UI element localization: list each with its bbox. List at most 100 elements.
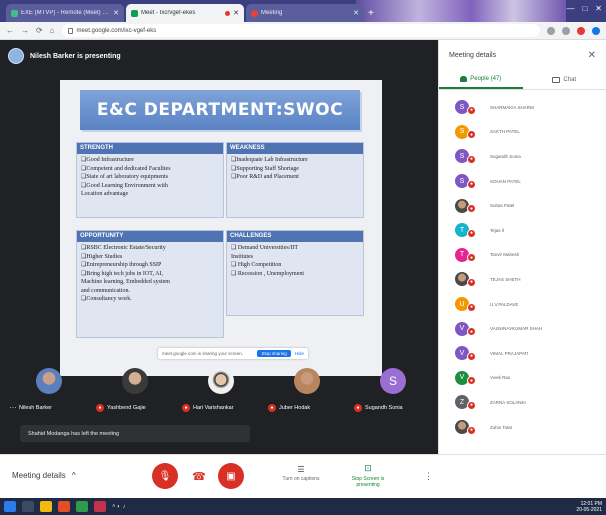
participant-tile[interactable]: ● Juber Hodak xyxy=(264,360,350,420)
close-window-button[interactable]: ✕ xyxy=(595,4,602,13)
tab-people[interactable]: People (47) xyxy=(439,70,523,89)
weakness-item: ❑Supporting Staff Shortage xyxy=(231,165,299,172)
microphone-toggle-button[interactable]: 🎙 xyxy=(152,463,178,489)
taskbar-clock[interactable]: 12:01 PM 20-05-2021 xyxy=(576,501,602,513)
profile-avatar[interactable] xyxy=(592,26,600,35)
participant-row[interactable]: S ● SAKTH PATEL xyxy=(439,120,606,145)
participant-name: Sugandh Sonia xyxy=(490,153,521,159)
more-options-icon[interactable]: ⋯ xyxy=(10,404,17,412)
weakness-item: ❑Inadequate Lab Infrastructure xyxy=(231,157,308,163)
tab-chat-label: Chat xyxy=(563,76,577,83)
participant-tile[interactable]: ● Yashbend Gajie xyxy=(92,360,178,420)
recording-extension-icon[interactable] xyxy=(577,26,585,35)
mic-off-icon: ● xyxy=(96,404,104,412)
extension-icon[interactable] xyxy=(547,26,555,35)
share-banner-message: meet.google.com is sharing your screen. xyxy=(162,351,244,356)
minimize-button[interactable]: — xyxy=(566,4,574,13)
weakness-heading: WEAKNESS xyxy=(227,143,363,154)
participant-name: Yashbend Gajie xyxy=(107,405,146,411)
stop-sharing-button[interactable]: Stop sharing xyxy=(257,350,291,357)
mic-off-icon: ● xyxy=(467,302,476,312)
participant-name: Tanvir Mahesh xyxy=(490,252,520,258)
mic-off-icon: ● xyxy=(467,277,476,287)
mic-off-icon: ● xyxy=(467,400,476,410)
participant-tile[interactable]: ● Hari Varishankar xyxy=(178,360,264,420)
camera-toggle-button[interactable]: ▣ xyxy=(218,463,244,489)
reload-button[interactable]: ⟳ xyxy=(36,26,43,35)
close-tab-icon[interactable]: ✕ xyxy=(233,9,239,17)
app-icon[interactable] xyxy=(94,501,106,512)
meeting-details-label: Meeting details xyxy=(12,471,66,480)
participant-row[interactable]: U ● U.V.PALDAVE xyxy=(439,292,606,317)
panel-tabs: People (47) Chat xyxy=(439,70,606,90)
participant-row[interactable]: T ● Tejas Il xyxy=(439,218,606,243)
tab-chat[interactable]: Chat xyxy=(523,70,606,89)
close-tab-icon[interactable]: ✕ xyxy=(353,9,359,17)
mic-off-icon: ● xyxy=(467,253,476,263)
leave-call-button[interactable]: ☎ xyxy=(186,463,212,489)
strength-item: ❑Good Infrastructure xyxy=(81,157,134,163)
more-options-button[interactable]: ⋮ xyxy=(424,471,433,482)
participant-name: TEJAS SHETH xyxy=(490,276,521,282)
present-screen-button[interactable]: ⊡ Stop Screen is presenting xyxy=(340,463,396,488)
home-button[interactable]: ⌂ xyxy=(50,26,55,35)
participant-tile[interactable]: S ● Sugandh Sonia xyxy=(350,360,436,420)
close-tab-icon[interactable]: ✕ xyxy=(113,9,119,17)
app-icon[interactable] xyxy=(76,501,88,512)
people-icon xyxy=(460,75,468,82)
search-icon[interactable] xyxy=(22,501,34,512)
opportunity-item: Machine learning, Embedded system xyxy=(81,279,170,285)
participant-tile[interactable]: ⋯ Nilesh Barker xyxy=(6,360,92,420)
mic-off-icon: ● xyxy=(268,404,276,412)
chrome-icon[interactable] xyxy=(58,501,70,512)
avatar: S xyxy=(380,368,406,394)
url-field[interactable]: meet.google.com/ixc-vgef-eks xyxy=(61,24,540,37)
hang-up-icon: ☎ xyxy=(192,470,206,483)
participant-row[interactable]: V ● Vivek Rao xyxy=(439,366,606,391)
strengths-heading: STRENGTH xyxy=(77,143,223,154)
hide-banner-button[interactable]: Hide xyxy=(295,351,304,356)
close-panel-button[interactable]: ✕ xyxy=(588,50,596,61)
participant-row[interactable]: ● Suhas Patel xyxy=(439,193,606,218)
browser-tab-3[interactable]: Meeting ✕ xyxy=(246,4,364,22)
participant-row[interactable]: ● TEJAS SHETH xyxy=(439,267,606,292)
participant-row[interactable]: V ● VIMAL PRAJAPATI xyxy=(439,341,606,366)
participant-name: Hari Varishankar xyxy=(193,405,234,411)
meeting-details-panel: Meeting details ✕ People (47) Chat S ● SHA… xyxy=(438,40,606,454)
participant-row[interactable]: S ● SOHAN PATEL xyxy=(439,169,606,194)
new-tab-button[interactable]: + xyxy=(368,8,374,19)
start-button[interactable] xyxy=(4,501,16,512)
system-tray[interactable]: ˄ ◐ ♪ xyxy=(112,504,125,510)
forward-button[interactable]: → xyxy=(21,26,29,35)
participant-name: Sugandh Sonia xyxy=(365,405,403,411)
browser-tab-1[interactable]: EXE (MTVP) - Remote (Meet) of (Dept) ✕ xyxy=(6,4,124,22)
strengths-box: STRENGTH ❑Good Infrastructure ❑Competent… xyxy=(76,142,224,218)
weakness-item: ❑Poor R&D and Placement xyxy=(231,174,299,180)
challenge-item: ❑ Demand Universities/IIT xyxy=(231,245,299,251)
participant-name-row: ⋯ Nilesh Barker xyxy=(10,404,53,412)
back-button[interactable]: ← xyxy=(6,26,14,35)
avatar xyxy=(294,368,320,394)
participant-row[interactable]: T ● Tanvir Mahesh xyxy=(439,243,606,268)
maximize-button[interactable]: □ xyxy=(582,4,587,13)
browser-tab-meet[interactable]: Meet - Ixcrvgef-ekes ✕ xyxy=(126,4,244,22)
participant-row[interactable]: V ● VAISHNAVKUMAR SHAH xyxy=(439,316,606,341)
participant-row[interactable]: S ● SHARMAKIA SHARM xyxy=(439,95,606,120)
participant-name: SHARMAKIA SHARM xyxy=(490,104,534,110)
chevron-up-icon: ^ xyxy=(71,471,76,480)
strength-item: ❑Competent and dedicated Faculties xyxy=(81,165,171,172)
participant-row[interactable]: S ● Sugandh Sonia xyxy=(439,144,606,169)
present-icon: ⊡ xyxy=(364,463,372,473)
file-explorer-icon[interactable] xyxy=(40,501,52,512)
people-list: S ● SHARMAKIA SHARM S ● SAKTH PATEL S ● Sugandh … xyxy=(439,95,606,454)
panel-header: Meeting details ✕ xyxy=(439,40,606,70)
participant-name: Nilesh Barker xyxy=(19,405,53,411)
participant-row[interactable]: Z ● ZARNA SOLANKI xyxy=(439,390,606,415)
mic-off-icon: ● xyxy=(467,179,476,189)
captions-button[interactable]: ☰ Turn on captions xyxy=(276,465,326,482)
presentation-slide: E&C DEPARTMENT:SWOC STRENGTH ❑Good Infra… xyxy=(72,86,370,370)
participant-row[interactable]: ● Zubin Tolat xyxy=(439,415,606,440)
left-meeting-toast: Shahid Modanga has left the meeting xyxy=(20,425,250,442)
bookmark-icon[interactable] xyxy=(562,26,570,35)
meeting-details-button[interactable]: Meeting details ^ xyxy=(12,471,76,480)
